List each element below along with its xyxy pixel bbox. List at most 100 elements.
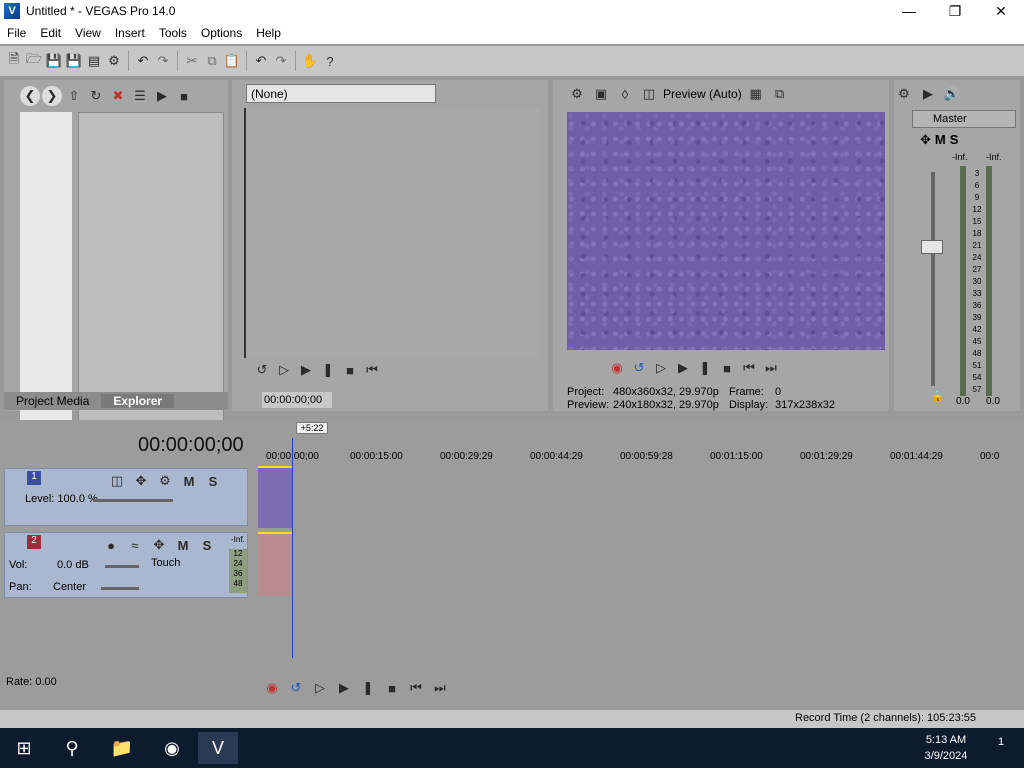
audio-mute-button[interactable]: M [173,535,193,555]
undo-icon[interactable]: ↶ [251,51,271,71]
go-to-start-icon[interactable]: ⏮ [362,360,382,380]
play-icon[interactable]: ▶ [296,360,316,380]
downmix-icon[interactable]: ▶ [918,84,938,104]
track-header-video[interactable]: 1 ◫ ✥ ⚙ M S Level: 100.0 % [4,468,248,526]
level-slider[interactable] [93,499,173,502]
menu-options[interactable]: Options [194,26,249,40]
video-clip[interactable] [258,466,292,528]
next-frame-icon[interactable]: ⏭ [761,358,781,378]
paste-icon[interactable]: 📋 [222,51,242,71]
menu-edit[interactable]: Edit [33,26,68,40]
time-ruler[interactable]: 00:00:00;00 00:00:15:00 00:00:29:29 00:0… [258,448,1008,466]
undo-icon[interactable]: ↶ [133,51,153,71]
speaker-icon[interactable]: 🔊 [942,84,962,104]
play-icon[interactable]: ▶ [152,86,172,106]
up-folder-icon[interactable]: ⇧ [64,86,84,106]
video-mute-button[interactable]: M [179,471,199,491]
tab-explorer[interactable]: Explorer [101,394,175,408]
playhead-cursor[interactable] [292,438,293,658]
master-fader-handle[interactable] [921,240,943,254]
play-from-start-icon[interactable]: ▷ [651,358,671,378]
trimmer-canvas[interactable] [244,108,540,358]
lock-icon[interactable]: 🔒 [931,390,945,403]
video-track-settings-icon[interactable]: ⚙ [155,471,175,491]
master-mute-button[interactable]: M [935,132,946,148]
go-to-start-icon[interactable]: ⏮ [406,678,426,698]
new-project-icon[interactable]: 🗎 [4,51,24,71]
track-header-audio[interactable]: 2 ● ≈ ✥ M S -Inf. 12 24 36 48 Vol: 0.0 d… [4,532,248,598]
close-button[interactable]: ✕ [978,0,1024,22]
refresh-icon[interactable]: ↻ [86,86,106,106]
save-as-icon[interactable]: 💾 [64,51,84,71]
master-solo-button[interactable]: S [950,132,959,148]
stop-icon[interactable]: ■ [717,358,737,378]
trimmer-media-select[interactable]: (None) [246,84,436,103]
play-icon[interactable]: ▶ [334,678,354,698]
play-from-start-icon[interactable]: ▷ [274,360,294,380]
pause-icon[interactable]: ❚ [695,358,715,378]
search-icon[interactable]: ⚲ [52,732,92,764]
start-icon[interactable]: ⊞ [4,732,44,764]
loop-icon[interactable]: ↺ [252,360,272,380]
properties-icon[interactable]: ⚙ [104,51,124,71]
prev-frame-icon[interactable]: ⏮ [739,358,759,378]
audio-clip[interactable] [258,532,292,596]
copy-icon[interactable]: ⧉ [202,51,222,71]
cut-icon[interactable]: ✂ [182,51,202,71]
menu-file[interactable]: File [0,26,33,40]
render-icon[interactable]: ▤ [84,51,104,71]
video-fx-icon[interactable]: ◫ [107,471,127,491]
redo-icon[interactable]: ↷ [153,51,173,71]
split-screen-icon[interactable]: ◫ [639,84,659,104]
settings-icon[interactable]: ⚙ [567,84,587,104]
pan-slider[interactable] [101,587,139,590]
stop-icon[interactable]: ■ [174,86,194,106]
audio-fx-icon[interactable]: ✥ [149,535,169,555]
volume-slider[interactable] [105,565,139,568]
menu-tools[interactable]: Tools [152,26,194,40]
video-preview-canvas[interactable] [567,112,885,350]
video-solo-button[interactable]: S [203,471,223,491]
copy-snapshot-icon[interactable]: ⧉ [770,84,790,104]
redo-icon[interactable]: ↷ [271,51,291,71]
loop-icon[interactable]: ↺ [286,678,306,698]
maximize-button[interactable]: ❐ [932,0,978,22]
menu-view[interactable]: View [68,26,108,40]
audio-solo-button[interactable]: S [197,535,217,555]
vegas-taskbar-icon[interactable]: V [198,732,238,764]
file-explorer-icon[interactable]: 📁 [102,732,142,764]
open-icon[interactable]: 🗁 [24,51,44,71]
arm-record-icon[interactable]: ● [101,535,121,555]
go-to-end-icon[interactable]: ⏭ [430,678,450,698]
fx-icon[interactable]: ◊ [615,84,635,104]
automation-mode[interactable]: Touch [151,557,180,569]
preview-quality-select[interactable]: Preview (Auto) [663,87,742,101]
pause-icon[interactable]: ❚ [318,360,338,380]
record-icon[interactable]: ◉ [607,358,627,378]
master-fx-icon[interactable]: ✥ [920,132,931,148]
loop-icon[interactable]: ↺ [629,358,649,378]
record-icon[interactable]: ◉ [262,678,282,698]
menu-insert[interactable]: Insert [108,26,152,40]
menu-help[interactable]: Help [249,26,288,40]
play-icon[interactable]: ▶ [673,358,693,378]
overlays-icon[interactable]: ▦ [746,84,766,104]
notification-badge[interactable]: 1 [988,736,1014,760]
pause-icon[interactable]: ❚ [358,678,378,698]
stop-icon[interactable]: ■ [382,678,402,698]
back-icon[interactable]: ❮ [20,86,40,106]
track-motion-icon[interactable]: ✥ [131,471,151,491]
forward-icon[interactable]: ❯ [42,86,62,106]
chrome-icon[interactable]: ◉ [152,732,192,764]
save-icon[interactable]: 💾 [44,51,64,71]
tab-project-media[interactable]: Project Media [4,394,101,408]
minimize-button[interactable]: — [886,0,932,22]
external-monitor-icon[interactable]: ▣ [591,84,611,104]
help-icon[interactable]: ? [320,51,340,71]
stop-icon[interactable]: ■ [340,360,360,380]
play-from-start-icon[interactable]: ▷ [310,678,330,698]
delete-icon[interactable]: ✖ [108,86,128,106]
invert-phase-icon[interactable]: ≈ [125,535,145,555]
views-icon[interactable]: ☰ [130,86,150,106]
mixer-settings-icon[interactable]: ⚙ [894,84,914,104]
